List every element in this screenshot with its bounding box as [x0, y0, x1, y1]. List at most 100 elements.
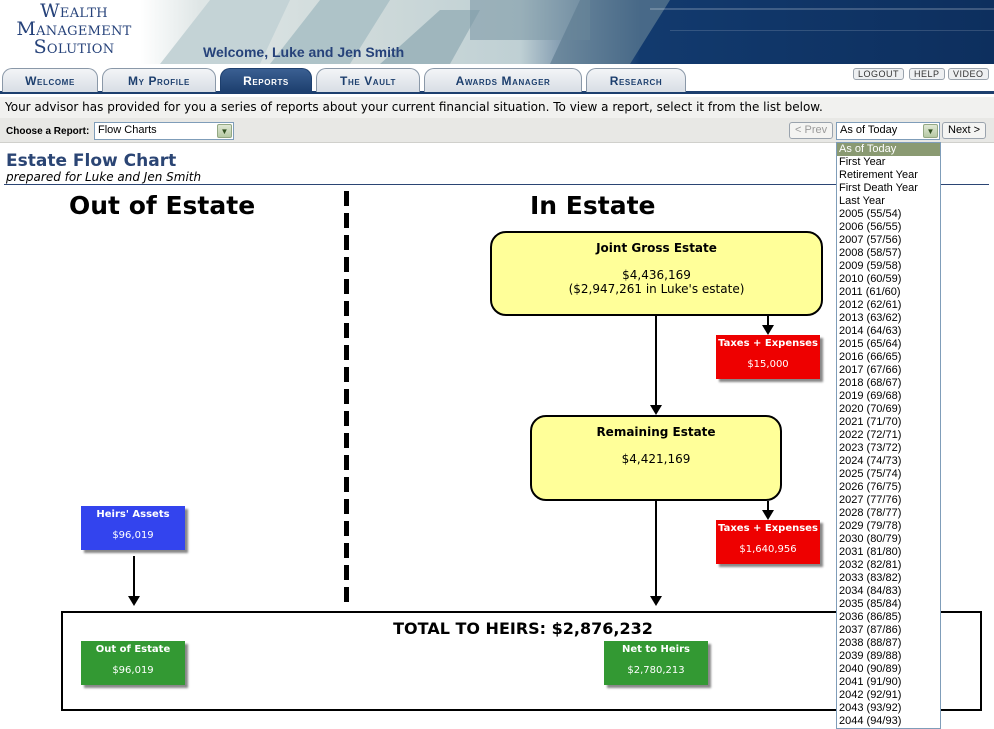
period-option[interactable]: 2042 (92/91) [837, 689, 940, 702]
period-option[interactable]: 2033 (83/82) [837, 572, 940, 585]
divider-dash [344, 279, 349, 294]
divider-dash [344, 345, 349, 360]
report-subtitle: prepared for Luke and Jen Smith [6, 170, 202, 184]
next-button[interactable]: Next > [942, 122, 987, 139]
period-option[interactable]: 2037 (87/86) [837, 624, 940, 637]
period-option[interactable]: 2043 (93/92) [837, 702, 940, 715]
heirs-assets-value: $96,019 [112, 530, 154, 541]
report-select[interactable]: Flow Charts ▼ [94, 122, 234, 140]
logout-button[interactable]: LOGOUT [853, 68, 905, 80]
period-option[interactable]: 2036 (86/85) [837, 611, 940, 624]
period-option[interactable]: 2016 (66/65) [837, 351, 940, 364]
period-option[interactable]: 2029 (79/78) [837, 520, 940, 533]
out-of-estate-label: Out of Estate [95, 644, 171, 655]
period-option[interactable]: 2035 (85/84) [837, 598, 940, 611]
flow-line [133, 556, 135, 596]
period-option[interactable]: 2032 (82/81) [837, 559, 940, 572]
taxes-expenses-value: $15,000 [747, 359, 789, 370]
tab-reports[interactable]: Reports [220, 68, 312, 92]
period-option[interactable]: 2038 (88/87) [837, 637, 940, 650]
period-option[interactable]: First Year [837, 156, 940, 169]
period-option[interactable]: 2034 (84/83) [837, 585, 940, 598]
divider-dash [344, 301, 349, 316]
period-option[interactable]: 2039 (89/88) [837, 650, 940, 663]
video-button[interactable]: VIDEO [948, 68, 989, 80]
report-select-value: Flow Charts [98, 124, 157, 136]
divider-dash [344, 565, 349, 580]
out-of-estate-value: $96,019 [112, 665, 154, 676]
remaining-estate-label: Remaining Estate [596, 425, 716, 439]
taxes-expenses-box-2: Taxes + Expenses $1,640,956 [716, 520, 820, 564]
divider-dash [344, 235, 349, 250]
period-option[interactable]: 2011 (61/60) [837, 286, 940, 299]
period-option[interactable]: 2022 (72/71) [837, 429, 940, 442]
tab-research[interactable]: Research [586, 68, 686, 92]
period-option[interactable]: 2023 (73/72) [837, 442, 940, 455]
intro-text: Your advisor has provided for you a seri… [0, 97, 994, 118]
period-option[interactable]: 2027 (77/76) [837, 494, 940, 507]
period-option[interactable]: 2005 (55/54) [837, 208, 940, 221]
tab-the-vault[interactable]: The Vault [316, 68, 420, 92]
period-option[interactable]: 2031 (81/80) [837, 546, 940, 559]
period-option[interactable]: 2013 (63/62) [837, 312, 940, 325]
arrow-down-icon [762, 325, 774, 335]
remaining-estate-box: Remaining Estate $4,421,169 [530, 415, 782, 501]
divider-dash [344, 411, 349, 426]
period-option[interactable]: 2021 (71/70) [837, 416, 940, 429]
period-option[interactable]: Retirement Year [837, 169, 940, 182]
period-option[interactable]: 2014 (64/63) [837, 325, 940, 338]
arrow-down-icon [650, 405, 662, 415]
tab-welcome[interactable]: Welcome [2, 68, 98, 92]
divider-dash [344, 521, 349, 536]
welcome-message: Welcome, Luke and Jen Smith [203, 44, 405, 60]
period-option[interactable]: 2018 (68/67) [837, 377, 940, 390]
period-option[interactable]: 2012 (62/61) [837, 299, 940, 312]
tab-my-profile[interactable]: My Profile [102, 68, 216, 92]
divider-dash [344, 477, 349, 492]
period-option[interactable]: 2017 (67/66) [837, 364, 940, 377]
prev-button[interactable]: < Prev [789, 122, 834, 139]
period-option[interactable]: 2041 (91/90) [837, 676, 940, 689]
period-option[interactable]: 2020 (70/69) [837, 403, 940, 416]
period-option[interactable]: 2030 (80/79) [837, 533, 940, 546]
divider-dash [344, 389, 349, 404]
logo[interactable]: Wealth Management Solution [4, 2, 144, 58]
period-option[interactable]: 2026 (76/75) [837, 481, 940, 494]
period-option[interactable]: 2024 (74/73) [837, 455, 940, 468]
period-select[interactable]: As of Today ▼ [836, 122, 940, 140]
divider-dash [344, 213, 349, 228]
period-option[interactable]: As of Today [837, 143, 940, 156]
period-option[interactable]: 2044 (94/93) [837, 715, 940, 728]
net-to-heirs-box: Net to Heirs $2,780,213 [604, 641, 708, 685]
remaining-estate-value: $4,421,169 [621, 452, 691, 466]
report-select-label: Choose a Report: [6, 126, 90, 137]
taxes-expenses-box-1: Taxes + Expenses $15,000 [716, 335, 820, 379]
period-option[interactable]: 2008 (58/57) [837, 247, 940, 260]
period-option[interactable]: 2028 (78/77) [837, 507, 940, 520]
divider-dash [344, 587, 349, 602]
tab-awards-manager[interactable]: Awards Manager [424, 68, 582, 92]
period-option[interactable]: 2006 (56/55) [837, 221, 940, 234]
period-option[interactable]: Last Year [837, 195, 940, 208]
logo-line-3: Solution [33, 36, 115, 58]
period-option[interactable]: 2009 (59/58) [837, 260, 940, 273]
header-banner: Wealth Management Solution Welcome, Luke… [0, 0, 994, 64]
joint-gross-estate-note: ($2,947,261 in Luke's estate) [568, 282, 745, 296]
report-title: Estate Flow Chart [6, 151, 177, 171]
period-option[interactable]: 2007 (57/56) [837, 234, 940, 247]
heirs-assets-label: Heirs' Assets [96, 509, 170, 520]
help-button[interactable]: HELP [909, 68, 945, 80]
net-to-heirs-label: Net to Heirs [621, 644, 690, 655]
chevron-down-icon: ▼ [923, 124, 938, 138]
period-option[interactable]: First Death Year [837, 182, 940, 195]
divider-dash [344, 433, 349, 448]
joint-gross-estate-value: $4,436,169 [622, 268, 691, 282]
period-dropdown-list[interactable]: As of Today First Year Retirement Year Firs… [836, 142, 941, 729]
period-option[interactable]: 2025 (75/74) [837, 468, 940, 481]
main-tab-bar: Welcome My Profile Reports The Vault Awa… [0, 64, 994, 94]
flow-line [655, 316, 657, 406]
period-option[interactable]: 2015 (65/64) [837, 338, 940, 351]
period-option[interactable]: 2040 (90/89) [837, 663, 940, 676]
period-option[interactable]: 2010 (60/59) [837, 273, 940, 286]
period-option[interactable]: 2019 (69/68) [837, 390, 940, 403]
